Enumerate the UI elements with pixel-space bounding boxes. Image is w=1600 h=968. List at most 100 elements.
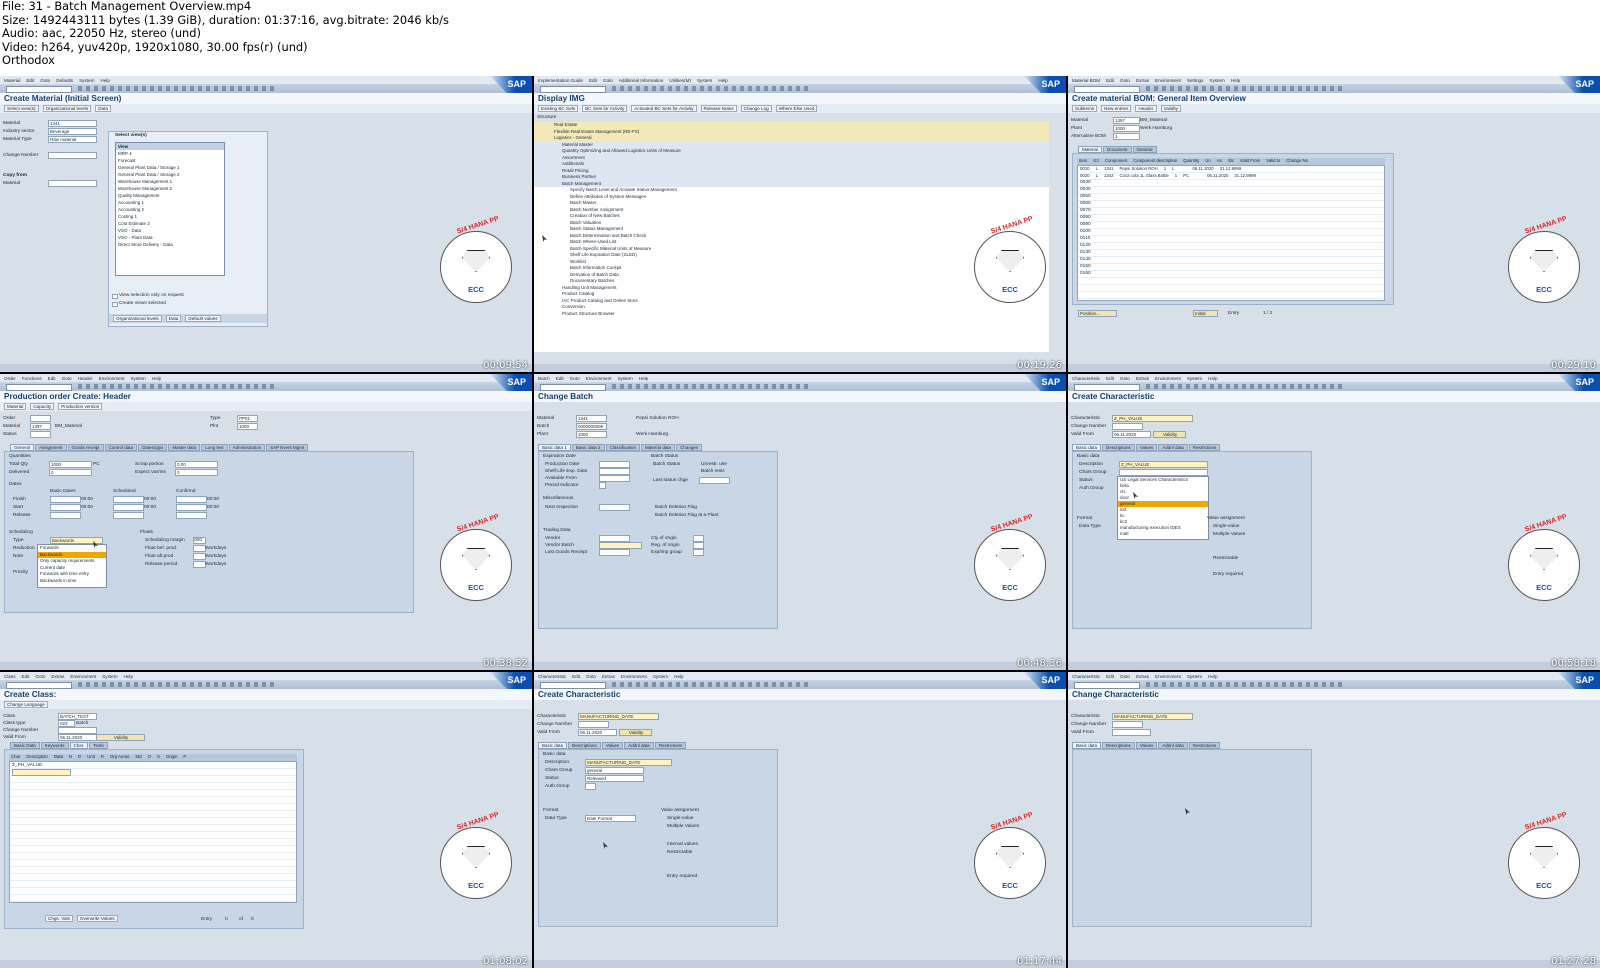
menu-item[interactable]: Goto (1120, 376, 1130, 381)
tab[interactable]: General (1132, 146, 1157, 153)
menu-item[interactable]: Extras (1136, 674, 1149, 679)
column-header[interactable]: Data (54, 754, 63, 761)
menu-item[interactable]: Environment (70, 674, 96, 679)
schedule-type-dropdown[interactable]: Forwards Backwards Only capacity requireme… (37, 544, 107, 588)
tab[interactable]: Dates/qtys (138, 444, 168, 451)
menu-item[interactable]: Edit (572, 674, 580, 679)
menu-item[interactable]: Edit (48, 376, 56, 381)
field-input[interactable]: Released (585, 775, 644, 782)
column-header[interactable]: Change No (1286, 158, 1308, 165)
field-input[interactable] (58, 727, 97, 734)
tab[interactable]: Classification (605, 444, 641, 451)
date-input[interactable] (113, 504, 144, 511)
menu-item[interactable]: System (130, 376, 145, 381)
field-input[interactable] (1112, 729, 1151, 736)
field-input[interactable]: 1000 (237, 423, 258, 430)
checkbox-label[interactable]: Batch Deletion Flag at a Plant (655, 513, 718, 518)
tab[interactable]: SAP Event Mgmt (266, 444, 309, 451)
view-item[interactable]: Warehouse Management 1 (116, 178, 224, 185)
date-input[interactable] (113, 496, 144, 503)
column-header[interactable]: Component description (1133, 158, 1177, 165)
date-input[interactable] (176, 512, 207, 519)
menu-item[interactable]: Help (1231, 78, 1240, 83)
field-input[interactable]: 1000 (1113, 125, 1140, 132)
field-input[interactable]: 1 (1113, 133, 1140, 140)
menu-item[interactable]: Order (4, 376, 16, 381)
menu-item[interactable]: Goto (603, 78, 613, 83)
column-header[interactable]: O (148, 754, 151, 761)
schedule-type-select[interactable]: Backwards (50, 537, 103, 544)
tab[interactable]: Values (1135, 742, 1158, 749)
radio-option[interactable]: Single-value (1213, 524, 1239, 529)
view-item[interactable]: VSO - Data (116, 227, 224, 234)
menu-item[interactable]: Material (4, 78, 20, 83)
menu-item[interactable]: System (653, 674, 668, 679)
menu-item[interactable]: Goto (40, 78, 50, 83)
menu-item[interactable]: Edit (1106, 376, 1114, 381)
field-input[interactable] (1112, 721, 1143, 728)
menu-item[interactable]: Help (639, 376, 648, 381)
checkbox-label[interactable]: Restrictable (1213, 556, 1238, 561)
menu-item[interactable]: Defaults (56, 78, 73, 83)
trading-input[interactable] (599, 542, 642, 549)
menu-item[interactable]: System (697, 78, 712, 83)
column-header[interactable]: Sls (1228, 158, 1234, 165)
toolbar-icons[interactable] (78, 86, 278, 91)
last-status-input[interactable] (699, 477, 730, 484)
menu-item[interactable]: System (79, 78, 94, 83)
column-header[interactable]: Org Areas (110, 754, 129, 761)
app-toolbar-button[interactable]: Data (95, 105, 111, 112)
app-toolbar-button[interactable]: Subitems (1072, 105, 1098, 112)
toolbar-icons[interactable] (1146, 682, 1346, 687)
menu-item[interactable]: Goto (586, 674, 596, 679)
tab[interactable]: Addnl data (1158, 742, 1188, 749)
field-input[interactable]: MANUFACTURING_DATE (585, 759, 672, 766)
menu-item[interactable]: Environment (586, 376, 612, 381)
menu-item[interactable]: Help (152, 376, 161, 381)
column-header[interactable]: Valid From (1240, 158, 1260, 165)
app-toolbar-button[interactable]: Material (4, 403, 27, 410)
menu-item[interactable]: Edit (26, 78, 34, 83)
validity-button[interactable]: Validity (96, 734, 145, 741)
menu-item[interactable]: Environment (1155, 78, 1181, 83)
toolbar-icons[interactable] (78, 682, 278, 687)
field-input[interactable]: 1000 (576, 431, 607, 438)
next-inspection-input[interactable] (599, 504, 630, 511)
menu-item[interactable]: Environment (621, 674, 647, 679)
field-input[interactable]: 06.11.2020 (58, 734, 97, 741)
tab[interactable]: Basic data 2 (571, 444, 605, 451)
toolbar-icons[interactable] (1146, 86, 1346, 91)
field-input[interactable]: Raw material (48, 136, 97, 143)
view-item[interactable]: MRP 4 (116, 150, 224, 157)
field-input[interactable]: 1397 (1113, 117, 1140, 124)
field-input[interactable]: 06.11.2020 (578, 729, 617, 736)
tab[interactable]: Document (1103, 146, 1132, 153)
tab[interactable]: Master data (168, 444, 201, 451)
initial-button[interactable]: Initial (1193, 310, 1218, 317)
date-input[interactable] (599, 461, 630, 468)
tab[interactable]: Long text (201, 444, 228, 451)
menu-item[interactable]: System (102, 674, 117, 679)
field-input[interactable]: 06.11.2020 (1112, 431, 1151, 438)
tab[interactable]: Administration (228, 444, 266, 451)
radio-option[interactable]: Multiple Values (667, 824, 699, 829)
menu-item[interactable]: Help (1208, 674, 1217, 679)
date-input[interactable] (599, 482, 606, 489)
date-input[interactable] (50, 504, 81, 511)
menu-item[interactable]: Functions (22, 376, 42, 381)
app-toolbar-button[interactable]: Capacity (30, 403, 55, 410)
date-input[interactable] (113, 512, 144, 519)
field-input[interactable]: 0 (49, 469, 92, 476)
menu-item[interactable]: Edit (1106, 78, 1114, 83)
checkbox-label[interactable]: Restrictable (667, 850, 692, 855)
trading-input[interactable] (599, 549, 630, 556)
field-input[interactable]: general (585, 767, 644, 774)
app-toolbar-button[interactable]: Activated BC Sets for Activity (631, 105, 697, 112)
tab[interactable]: Assignment (35, 444, 67, 451)
command-field[interactable] (540, 86, 606, 93)
menu-item[interactable]: Goto (570, 376, 580, 381)
trading-input[interactable] (693, 535, 704, 542)
command-field[interactable] (540, 384, 606, 391)
app-toolbar-button[interactable]: Change Log (740, 105, 772, 112)
field-input[interactable]: Z_PH_VALUE (1112, 415, 1193, 422)
